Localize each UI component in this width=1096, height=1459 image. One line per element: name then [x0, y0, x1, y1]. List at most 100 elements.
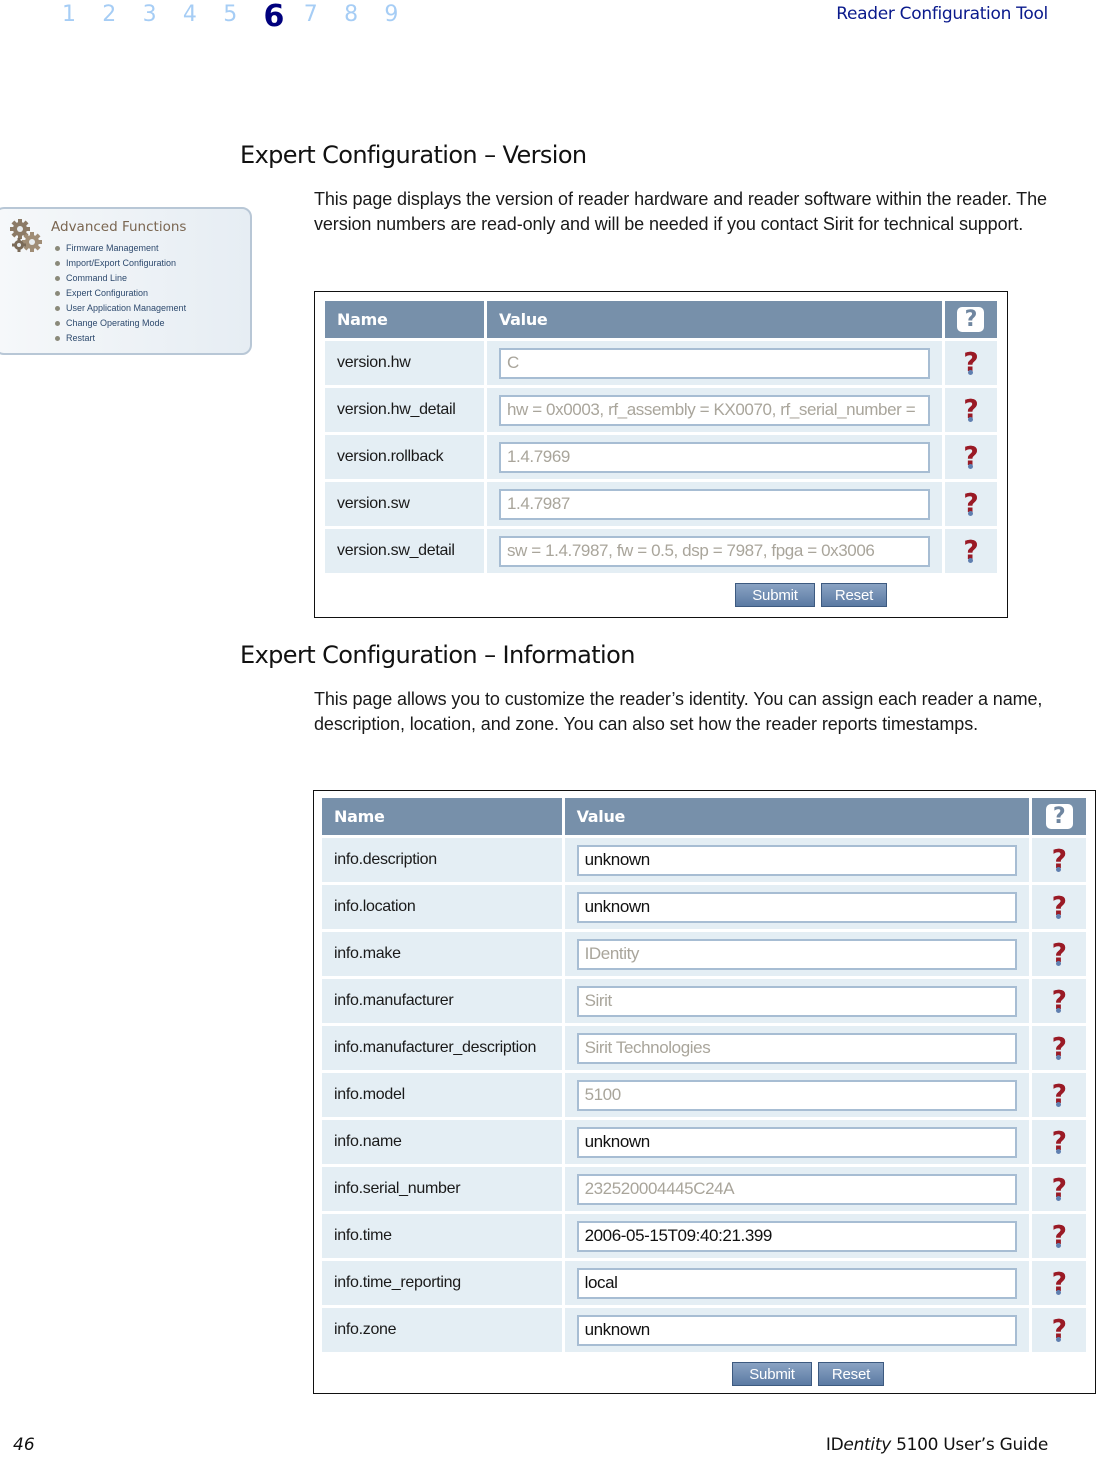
parameter-value-input[interactable]: [576, 1314, 1018, 1346]
help-icon[interactable]: ?: [1052, 941, 1067, 967]
parameter-name: info.location: [322, 885, 562, 929]
column-header-name: Name: [325, 301, 484, 338]
help-icon[interactable]: ?: [963, 538, 978, 564]
help-icon[interactable]: ?: [1052, 1035, 1067, 1061]
chapter-9[interactable]: 9: [384, 0, 424, 30]
help-icon[interactable]: ?: [963, 491, 978, 517]
parameter-name: info.time_reporting: [322, 1261, 562, 1305]
table-row: info.location?: [322, 885, 1086, 929]
version-config-screenshot: Name Value ? version.hw?version.hw_detai…: [314, 291, 1008, 618]
parameter-name: info.serial_number: [322, 1167, 562, 1211]
menu-item-firmware-management[interactable]: Firmware Management: [51, 241, 186, 256]
menu-item-user-application-management[interactable]: User Application Management: [51, 301, 186, 316]
parameter-name: info.name: [322, 1120, 562, 1164]
help-icon[interactable]: ?: [1052, 1129, 1067, 1155]
parameter-value-input[interactable]: [576, 1220, 1018, 1252]
help-cell: ?: [1032, 1167, 1086, 1211]
parameter-value-input[interactable]: [576, 985, 1018, 1017]
parameter-value-input[interactable]: [576, 1126, 1018, 1158]
chapter-1[interactable]: 1: [62, 0, 102, 30]
parameter-value-cell: [564, 838, 1030, 882]
chapter-6-current[interactable]: 6: [263, 0, 303, 34]
version-reset-button[interactable]: Reset: [821, 583, 887, 607]
parameter-value-cell: [486, 341, 942, 385]
version-section-heading: Expert Configuration – Version: [240, 141, 587, 169]
chapter-4[interactable]: 4: [183, 0, 223, 30]
menu-item-import-export-configuration[interactable]: Import/Export Configuration: [51, 256, 186, 271]
menu-item-expert-configuration[interactable]: Expert Configuration: [51, 286, 186, 301]
help-icon[interactable]: ?: [1052, 988, 1067, 1014]
parameter-name: info.description: [322, 838, 562, 882]
header-title: Reader Configuration Tool: [836, 4, 1048, 24]
column-header-name: Name: [322, 798, 562, 835]
help-icon[interactable]: ?: [1052, 1082, 1067, 1108]
parameter-value-cell: [564, 1167, 1030, 1211]
table-row: info.description?: [322, 838, 1086, 882]
parameter-name: info.make: [322, 932, 562, 976]
parameter-value-cell: [486, 482, 942, 526]
parameter-name: version.sw_detail: [325, 529, 484, 573]
parameter-value-cell: [486, 529, 942, 573]
chapter-2[interactable]: 2: [102, 0, 142, 30]
table-row: version.hw?: [325, 341, 997, 385]
help-cell: ?: [1032, 838, 1086, 882]
parameter-value-input[interactable]: [498, 535, 930, 567]
parameter-value-input[interactable]: [576, 891, 1018, 923]
help-icon[interactable]: ?: [1052, 847, 1067, 873]
help-cell: ?: [1032, 1073, 1086, 1117]
chapter-7[interactable]: 7: [304, 0, 344, 30]
parameter-value-input[interactable]: [576, 1173, 1018, 1205]
table-row: info.time?: [322, 1214, 1086, 1258]
chapter-3[interactable]: 3: [143, 0, 183, 30]
help-icon[interactable]: ?: [1052, 1270, 1067, 1296]
help-header-icon[interactable]: ?: [957, 307, 985, 332]
parameter-value-input[interactable]: [498, 488, 930, 520]
page-number: 46: [13, 1435, 35, 1455]
help-icon[interactable]: ?: [1052, 1223, 1067, 1249]
parameter-value-cell: [564, 1120, 1030, 1164]
chapter-8[interactable]: 8: [344, 0, 384, 30]
help-cell: ?: [1032, 1308, 1086, 1352]
help-icon[interactable]: ?: [1052, 1176, 1067, 1202]
parameter-name: info.manufacturer: [322, 979, 562, 1023]
menu-item-command-line[interactable]: Command Line: [51, 271, 186, 286]
chapter-5[interactable]: 5: [223, 0, 263, 30]
parameter-value-input[interactable]: [576, 1032, 1018, 1064]
parameter-value-cell: [564, 1026, 1030, 1070]
table-row: info.zone?: [322, 1308, 1086, 1352]
help-icon[interactable]: ?: [1052, 1317, 1067, 1343]
parameter-name: info.time: [322, 1214, 562, 1258]
version-table: Name Value ? version.hw?version.hw_detai…: [322, 298, 1000, 576]
parameter-value-input[interactable]: [498, 441, 930, 473]
footer-product-suffix: 5100 User’s Guide: [890, 1435, 1048, 1455]
column-header-help: ?: [944, 301, 997, 338]
help-header-icon[interactable]: ?: [1045, 804, 1073, 829]
parameter-name: version.hw_detail: [325, 388, 484, 432]
column-header-value: Value: [486, 301, 942, 338]
table-row: info.model?: [322, 1073, 1086, 1117]
help-cell: ?: [1032, 885, 1086, 929]
help-icon[interactable]: ?: [1052, 894, 1067, 920]
parameter-value-input[interactable]: [576, 938, 1018, 970]
table-row: info.time_reporting?: [322, 1261, 1086, 1305]
help-icon[interactable]: ?: [963, 350, 978, 376]
help-icon[interactable]: ?: [963, 397, 978, 423]
information-submit-button[interactable]: Submit: [732, 1362, 812, 1386]
information-reset-button[interactable]: Reset: [818, 1362, 884, 1386]
menu-item-change-operating-mode[interactable]: Change Operating Mode: [51, 316, 186, 331]
version-submit-button[interactable]: Submit: [735, 583, 815, 607]
parameter-name: info.zone: [322, 1308, 562, 1352]
parameter-value-input[interactable]: [576, 1079, 1018, 1111]
table-row: info.name?: [322, 1120, 1086, 1164]
parameter-value-input[interactable]: [576, 844, 1018, 876]
parameter-value-input[interactable]: [498, 394, 930, 426]
parameter-value-input[interactable]: [576, 1267, 1018, 1299]
information-table: Name Value ? info.description?info.locat…: [319, 795, 1089, 1355]
parameter-value-input[interactable]: [498, 347, 930, 379]
table-row: info.manufacturer_description?: [322, 1026, 1086, 1070]
parameter-value-cell: [564, 885, 1030, 929]
help-icon[interactable]: ?: [963, 444, 978, 470]
help-cell: ?: [1032, 1261, 1086, 1305]
menu-item-restart[interactable]: Restart: [51, 331, 186, 346]
version-table-header: Name Value ?: [325, 301, 997, 338]
